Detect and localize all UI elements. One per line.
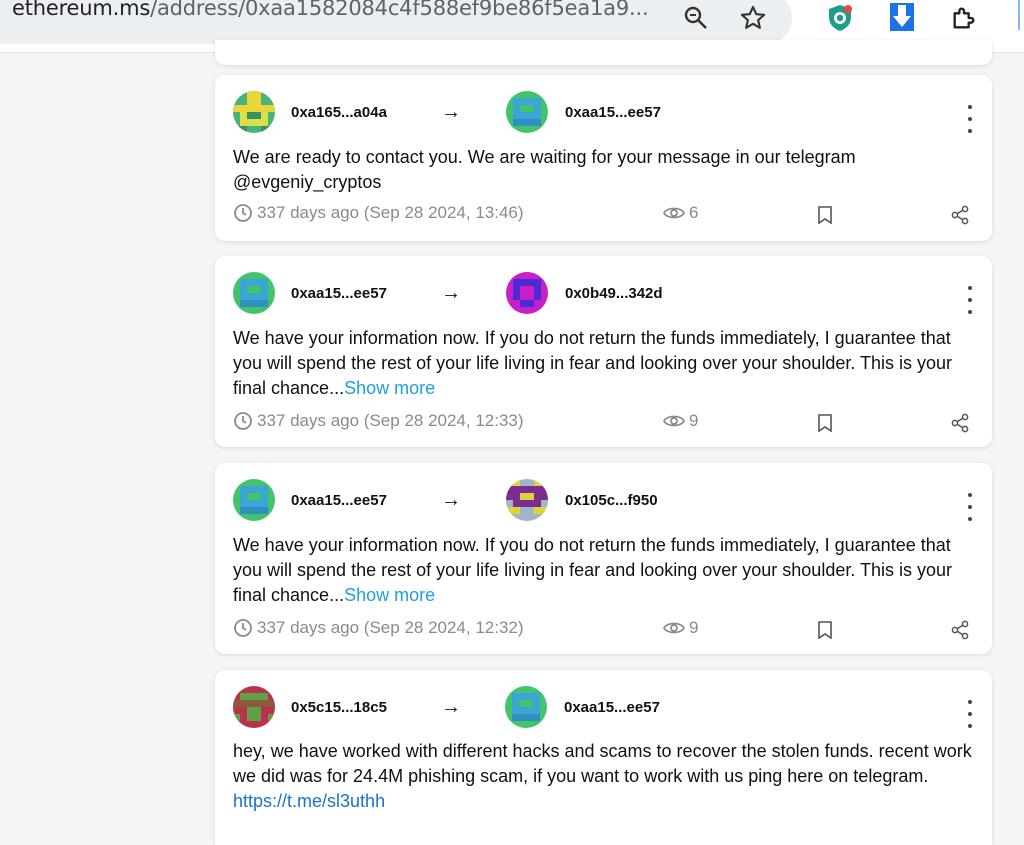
bookmark-icon[interactable] (817, 206, 833, 229)
timestamp-text: 337 days ago (Sep 28 2024, 12:32) (257, 618, 524, 637)
kebab-menu-icon[interactable] (964, 493, 976, 521)
recipient-avatar[interactable] (506, 479, 548, 521)
kebab-menu-icon[interactable] (964, 700, 976, 728)
recipient-address[interactable]: 0xaa15...ee57 (564, 699, 660, 716)
sender-avatar[interactable] (233, 91, 275, 133)
view-count: 9 (663, 411, 698, 431)
show-more-link[interactable]: Show more (344, 378, 435, 398)
message-card: 0xaa15...ee57 → 0x0b49...342d We have yo… (215, 256, 992, 447)
recipient-avatar[interactable] (506, 272, 548, 314)
share-icon[interactable] (950, 205, 970, 230)
message-timestamp: 337 days ago (Sep 28 2024, 13:46) (233, 203, 524, 223)
url-domain: ethereum.ms (12, 0, 151, 20)
message-timestamp: 337 days ago (Sep 28 2024, 12:32) (233, 618, 524, 638)
kebab-menu-icon[interactable] (964, 105, 976, 133)
clock-icon (234, 204, 252, 222)
sender-address[interactable]: 0xaa15...ee57 (291, 285, 387, 302)
bookmark-icon[interactable] (817, 621, 833, 644)
recipient-address[interactable]: 0x105c...f950 (565, 492, 658, 509)
zoom-icon[interactable] (682, 4, 710, 32)
message-card: 0xaa15...ee57 → 0x105c...f950 We have yo… (215, 463, 992, 654)
url-text[interactable]: ethereum.ms/address/0xaa1582084c4f588ef9… (12, 0, 649, 20)
show-more-link[interactable]: Show more (344, 585, 435, 605)
puzzle-extension-icon[interactable] (950, 4, 978, 32)
sender-address[interactable]: 0xaa15...ee57 (291, 492, 387, 509)
message-timestamp: 337 days ago (Sep 28 2024, 12:33) (233, 411, 524, 431)
views-number: 9 (689, 411, 699, 430)
timestamp-text: 337 days ago (Sep 28 2024, 12:33) (257, 411, 524, 430)
message-body: We have your information now. If you do … (233, 535, 953, 605)
message-text: We have your information now. If you do … (233, 326, 973, 401)
kebab-menu-icon[interactable] (964, 286, 976, 314)
recipient-address[interactable]: 0x0b49...342d (565, 285, 663, 302)
sender-address[interactable]: 0xa165...a04a (291, 104, 387, 121)
message-text: We are ready to contact you. We are wait… (233, 147, 856, 192)
sender-address[interactable]: 0x5c15...18c5 (291, 699, 387, 716)
view-count: 6 (663, 203, 698, 223)
eye-icon (663, 415, 685, 427)
eye-icon (663, 622, 685, 634)
share-icon[interactable] (950, 413, 970, 438)
recipient-avatar[interactable] (505, 686, 547, 728)
message-text: hey, we have worked with different hacks… (233, 739, 973, 814)
download-icon[interactable] (888, 3, 916, 32)
clock-icon (234, 619, 252, 637)
message-body: hey, we have worked with different hacks… (233, 741, 972, 786)
message-card: 0x5c15...18c5 → 0xaa15...ee57 hey, we ha… (215, 670, 992, 845)
url-path: /address/0xaa1582084c4f588ef9be86f5ea1a9… (150, 0, 649, 20)
clock-icon (234, 412, 252, 430)
sender-avatar[interactable] (233, 686, 275, 728)
address-bar[interactable]: ethereum.ms/address/0xaa1582084c4f588ef9… (0, 0, 792, 44)
direction-arrow: → (441, 489, 461, 511)
sender-avatar[interactable] (233, 272, 275, 314)
toolbar-divider (1018, 0, 1020, 30)
views-number: 6 (689, 203, 699, 222)
recipient-address[interactable]: 0xaa15...ee57 (565, 104, 661, 121)
views-number: 9 (689, 618, 699, 637)
message-text: We have your information now. If you do … (233, 533, 973, 608)
eye-icon (663, 207, 685, 219)
sender-avatar[interactable] (233, 479, 275, 521)
shield-extension-icon[interactable] (826, 4, 854, 32)
timestamp-text: 337 days ago (Sep 28 2024, 13:46) (257, 203, 524, 222)
star-icon[interactable] (739, 4, 767, 32)
direction-arrow: → (441, 101, 461, 123)
direction-arrow: → (441, 696, 461, 718)
view-count: 9 (663, 618, 698, 638)
recipient-avatar[interactable] (506, 91, 548, 133)
bookmark-icon[interactable] (817, 414, 833, 437)
previous-card-edge (215, 40, 992, 65)
message-body: We have your information now. If you do … (233, 328, 953, 398)
direction-arrow: → (441, 282, 461, 304)
share-icon[interactable] (950, 620, 970, 645)
message-card: 0xa165...a04a → 0xaa15...ee57 We are rea… (215, 75, 992, 241)
telegram-link[interactable]: https://t.me/sl3uthh (233, 791, 385, 811)
